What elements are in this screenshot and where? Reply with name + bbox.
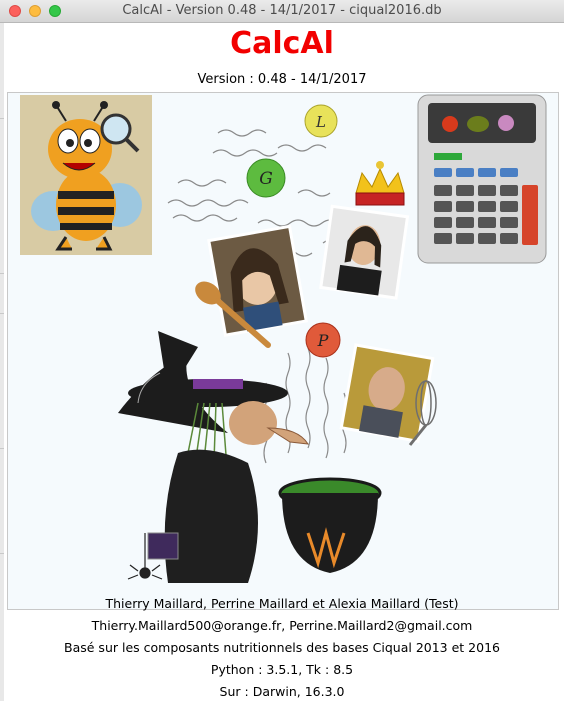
about-illustration: L G P — [7, 92, 559, 610]
calculator-icon — [417, 94, 547, 264]
version-label: Version : 0.48 - 14/1/2017 — [197, 72, 367, 87]
photo-girl — [207, 224, 308, 337]
authors-text: Thierry Maillard, Perrine Maillard et Al… — [105, 596, 459, 611]
letter-ball-l: L — [304, 104, 338, 138]
python-tk-version-text: Python : 3.5.1, Tk : 8.5 — [210, 662, 354, 677]
photo-woman-crowned — [319, 204, 410, 300]
title-bar[interactable]: CalcAl - Version 0.48 - 14/1/2017 - ciqu… — [0, 0, 564, 23]
about-window: CalcAl - Version 0.48 - 14/1/2017 - ciqu… — [0, 0, 564, 701]
letter-ball-g: G — [246, 158, 286, 198]
bee-mascot-icon — [20, 95, 152, 255]
data-source-text: Basé sur les composants nutritionnels de… — [64, 640, 500, 655]
platform-text: Sur : Darwin, 16.3.0 — [219, 684, 345, 699]
ball-letter-l: L — [315, 113, 326, 131]
ball-letter-g: G — [259, 169, 273, 189]
emails-text: Thierry.Maillard500@orange.fr, Perrine.M… — [91, 618, 473, 633]
app-title: CalcAl — [230, 26, 334, 61]
ball-letter-p: P — [317, 331, 329, 350]
letter-ball-p: P — [305, 322, 341, 358]
window-title: CalcAl - Version 0.48 - 14/1/2017 - ciqu… — [122, 3, 442, 18]
photo-man — [339, 343, 435, 444]
illustration-svg: L G P — [8, 93, 558, 609]
